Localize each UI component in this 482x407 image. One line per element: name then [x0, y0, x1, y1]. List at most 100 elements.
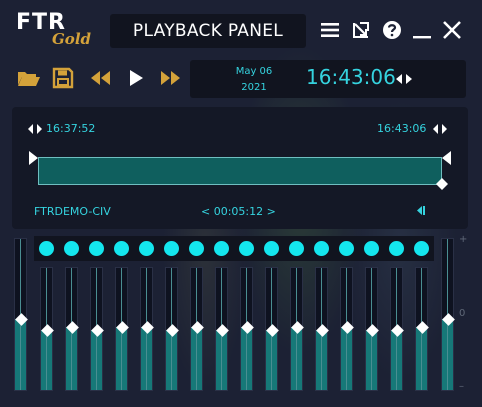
channel-3-indicator-icon: [89, 241, 104, 256]
folder-open-icon: [18, 72, 40, 86]
close-button[interactable]: [440, 18, 464, 42]
channel-7-volume-slider[interactable]: [190, 267, 204, 391]
channel-7-indicator-icon: [189, 241, 204, 256]
channel-16: [409, 236, 434, 396]
channel-1-volume-slider[interactable]: [40, 267, 54, 391]
play-icon: [130, 70, 143, 86]
scale-minus: –: [459, 381, 464, 392]
channel-14-indicator-box[interactable]: [359, 236, 384, 261]
channel-3-indicator-box[interactable]: [84, 236, 109, 261]
window-title: PLAYBACK PANEL: [110, 14, 306, 48]
right-master-slider[interactable]: [441, 238, 455, 391]
channel-11-volume-slider[interactable]: [290, 267, 304, 391]
channel-8: [209, 236, 234, 396]
rewind-icon: [91, 71, 110, 85]
channel-5: [134, 236, 159, 396]
channel-15-volume-slider[interactable]: [390, 267, 404, 391]
menu-button[interactable]: [318, 18, 342, 42]
jump-to-end-icon[interactable]: [416, 206, 426, 215]
timeline-panel: 16:37:52 16:43:06 FTRDEMO-CIV < 00:05:12…: [12, 107, 468, 229]
channel-2-indicator-icon: [64, 241, 79, 256]
channel-3-volume-slider[interactable]: [90, 267, 104, 391]
end-marker-icon[interactable]: [441, 151, 451, 165]
help-icon: [383, 21, 401, 39]
play-button[interactable]: [123, 66, 149, 90]
channel-12-indicator-box[interactable]: [309, 236, 334, 261]
channel-13-indicator-box[interactable]: [334, 236, 359, 261]
channel-1-indicator-box[interactable]: [34, 236, 59, 261]
minimize-button[interactable]: [410, 18, 434, 42]
channel-13-indicator-icon: [339, 241, 354, 256]
end-time-arrows-icon[interactable]: [433, 123, 447, 135]
menu-icon: [321, 23, 339, 37]
channel-mixer: + 0 –: [12, 234, 468, 396]
close-icon: [443, 21, 461, 39]
channel-15-indicator-icon: [389, 241, 404, 256]
open-button[interactable]: [16, 66, 42, 90]
current-time: 16:43:06: [306, 65, 396, 89]
channel-14-volume-slider[interactable]: [365, 267, 379, 391]
fast-forward-button[interactable]: [157, 66, 183, 90]
channel-11-indicator-box[interactable]: [284, 236, 309, 261]
timeline-range-bar[interactable]: [38, 157, 442, 185]
channel-16-indicator-box[interactable]: [409, 236, 434, 261]
channel-15-indicator-box[interactable]: [384, 236, 409, 261]
channel-9-indicator-box[interactable]: [234, 236, 259, 261]
channel-8-indicator-icon: [214, 241, 229, 256]
channel-4: [109, 236, 134, 396]
channel-5-indicator-box[interactable]: [134, 236, 159, 261]
detach-icon: [353, 22, 369, 38]
channel-7-indicator-box[interactable]: [184, 236, 209, 261]
channel-5-volume-slider[interactable]: [140, 267, 154, 391]
playhead-marker-icon[interactable]: [436, 178, 448, 190]
date-time-display[interactable]: May 06 2021 16:43:06: [190, 60, 466, 98]
ftr-gold-logo: FTR Gold: [16, 10, 100, 52]
save-icon: [52, 67, 74, 89]
channel-2-volume-slider[interactable]: [65, 267, 79, 391]
minimize-icon: [413, 36, 431, 39]
rewind-button[interactable]: [88, 66, 114, 90]
channel-11: [284, 236, 309, 396]
start-time-arrows-icon[interactable]: [28, 123, 42, 135]
help-button[interactable]: [380, 18, 404, 42]
scale-zero: 0: [459, 308, 466, 319]
channel-14-indicator-icon: [364, 241, 379, 256]
channel-6-volume-slider[interactable]: [165, 267, 179, 391]
channel-3: [84, 236, 109, 396]
channel-16-indicator-icon: [414, 241, 429, 256]
channel-9-volume-slider[interactable]: [240, 267, 254, 391]
channel-9-indicator-icon: [239, 241, 254, 256]
channel-6-indicator-box[interactable]: [159, 236, 184, 261]
channel-4-indicator-icon: [114, 241, 129, 256]
channel-4-indicator-box[interactable]: [109, 236, 134, 261]
channel-13-volume-slider[interactable]: [340, 267, 354, 391]
time-step-arrows-icon[interactable]: [396, 72, 412, 86]
channel-12-volume-slider[interactable]: [315, 267, 329, 391]
fast-forward-icon: [161, 71, 180, 85]
left-master-slider[interactable]: [14, 238, 28, 391]
recording-duration[interactable]: < 00:05:12 >: [201, 205, 276, 218]
channel-2-indicator-box[interactable]: [59, 236, 84, 261]
channel-11-indicator-icon: [289, 241, 304, 256]
channel-5-indicator-icon: [139, 241, 154, 256]
detach-button[interactable]: [349, 18, 373, 42]
channel-13: [334, 236, 359, 396]
channel-16-volume-slider[interactable]: [415, 267, 429, 391]
timeline-end-time: 16:43:06: [377, 122, 427, 135]
channel-10-indicator-box[interactable]: [259, 236, 284, 261]
channel-6: [159, 236, 184, 396]
scale-plus: +: [459, 234, 468, 245]
channel-12: [309, 236, 334, 396]
channel-1-indicator-icon: [39, 241, 54, 256]
channel-6-indicator-icon: [164, 241, 179, 256]
channel-7: [184, 236, 209, 396]
channel-8-volume-slider[interactable]: [215, 267, 229, 391]
save-button[interactable]: [50, 66, 76, 90]
channel-4-volume-slider[interactable]: [115, 267, 129, 391]
channel-10-volume-slider[interactable]: [265, 267, 279, 391]
channel-1: [34, 236, 59, 396]
channel-8-indicator-box[interactable]: [209, 236, 234, 261]
date-year: 2021: [241, 82, 267, 93]
channel-15: [384, 236, 409, 396]
channel-9: [234, 236, 259, 396]
